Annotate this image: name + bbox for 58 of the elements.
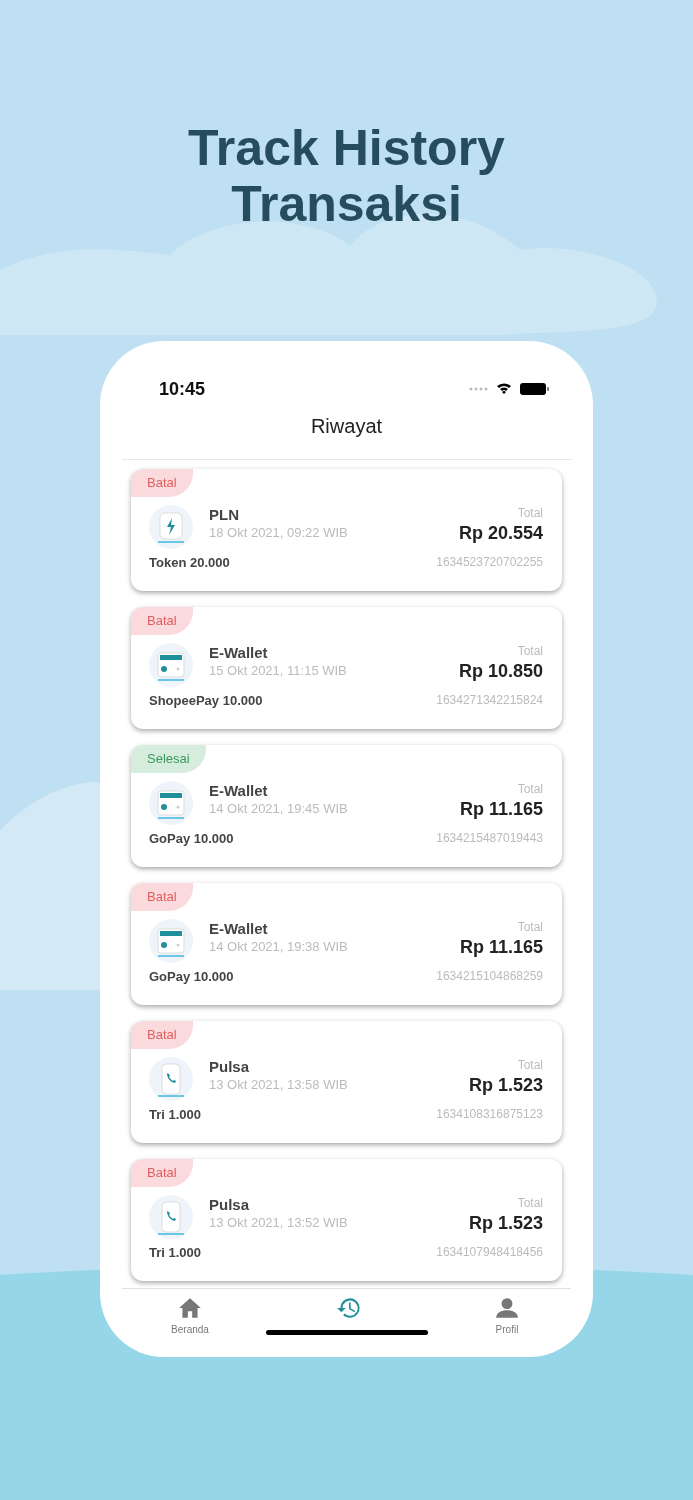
reference-number: 1634107948418456 xyxy=(436,1244,543,1261)
product-name: GoPay 10.000 xyxy=(149,830,234,848)
transaction-date: 18 Okt 2021, 09:22 WIB xyxy=(209,524,349,541)
transaction-card[interactable]: Batal PLN 18 Okt 2021, 09:22 WIB Total Rp 20.554 Token 20.000 1634523720702255 xyxy=(131,469,562,591)
transaction-card[interactable]: Batal Pulsa 13 Okt 2021, 13:58 WIB Total Rp 1.523 Tri 1.000 1634108316875123 xyxy=(131,1021,562,1143)
reference-number: 1634215104868259 xyxy=(436,968,543,985)
total-label: Total xyxy=(517,505,543,521)
signal-icon xyxy=(468,386,488,391)
total-label: Total xyxy=(517,1195,543,1211)
transaction-date: 13 Okt 2021, 13:58 WIB xyxy=(209,1076,349,1093)
total-amount: Rp 11.165 xyxy=(459,936,543,959)
transaction-name: Pulsa xyxy=(209,1195,251,1214)
page-title: Riwayat xyxy=(310,413,383,439)
product-name: Tri 1.000 xyxy=(149,1244,202,1262)
product-name: Token 20.000 xyxy=(149,554,230,572)
total-amount: Rp 20.554 xyxy=(458,522,543,545)
status-badge: Batal xyxy=(131,1021,193,1049)
battery-icon xyxy=(520,382,549,395)
total-amount: Rp 11.165 xyxy=(459,798,543,821)
total-label: Total xyxy=(517,643,543,659)
product-name: GoPay 10.000 xyxy=(149,968,234,986)
transaction-date: 15 Okt 2021, 11:15 WIB xyxy=(209,662,348,679)
total-label: Total xyxy=(517,919,543,935)
status-badge: Batal xyxy=(131,607,193,635)
transaction-name: Pulsa xyxy=(209,1057,251,1076)
transaction-name: E-Wallet xyxy=(209,919,269,938)
home-tab[interactable]: Beranda xyxy=(166,1295,214,1335)
total-label: Total xyxy=(517,781,543,797)
status-badge: Batal xyxy=(131,469,193,497)
transaction-card[interactable]: Batal E-Wallet 15 Okt 2021, 11:15 WIB Total Rp 10.850 ShopeePay 10.000 1634271342215824 xyxy=(131,607,562,729)
reference-number: 1634271342215824 xyxy=(436,692,543,709)
total-amount: Rp 1.523 xyxy=(468,1212,543,1235)
total-label: Total xyxy=(517,1057,543,1073)
product-name: Tri 1.000 xyxy=(149,1106,202,1124)
product-name: ShopeePay 10.000 xyxy=(149,692,263,710)
total-amount: Rp 1.523 xyxy=(468,1074,543,1097)
reference-number: 1634523720702255 xyxy=(436,554,543,571)
status-badge: Selesai xyxy=(131,745,206,773)
wifi-icon xyxy=(496,383,512,394)
reference-number: 1634108316875123 xyxy=(436,1106,543,1123)
status-badge: Batal xyxy=(131,883,193,911)
transaction-date: 13 Okt 2021, 13:52 WIB xyxy=(209,1214,349,1231)
status-badge: Batal xyxy=(131,1159,193,1187)
transaction-date: 14 Okt 2021, 19:45 WIB xyxy=(209,800,349,817)
person-icon xyxy=(493,1295,521,1321)
transaction-card[interactable]: Selesai E-Wallet 14 Okt 2021, 19:45 WIB Total Rp 11.165 GoPay 10.000 1634215487019443 xyxy=(131,745,562,867)
transaction-name: E-Wallet xyxy=(209,781,269,800)
reference-number: 1634215487019443 xyxy=(436,830,543,847)
headline: Transaksi xyxy=(231,176,462,232)
transaction-card[interactable]: Batal E-Wallet 14 Okt 2021, 19:38 WIB Total Rp 11.165 GoPay 10.000 1634215104868259 xyxy=(131,883,562,1005)
transaction-name: E-Wallet xyxy=(209,643,269,662)
headline: Track History xyxy=(188,120,505,176)
transaction-card[interactable]: Batal Pulsa 13 Okt 2021, 13:52 WIB Total Rp 1.523 Tri 1.000 1634107948418456 xyxy=(131,1159,562,1281)
total-amount: Rp 10.850 xyxy=(458,660,543,683)
transaction-date: 14 Okt 2021, 19:38 WIB xyxy=(209,938,349,955)
status-time: 10:45 xyxy=(159,377,206,400)
transaction-name: PLN xyxy=(209,505,240,524)
profile-tab[interactable]: Profil xyxy=(483,1295,531,1335)
